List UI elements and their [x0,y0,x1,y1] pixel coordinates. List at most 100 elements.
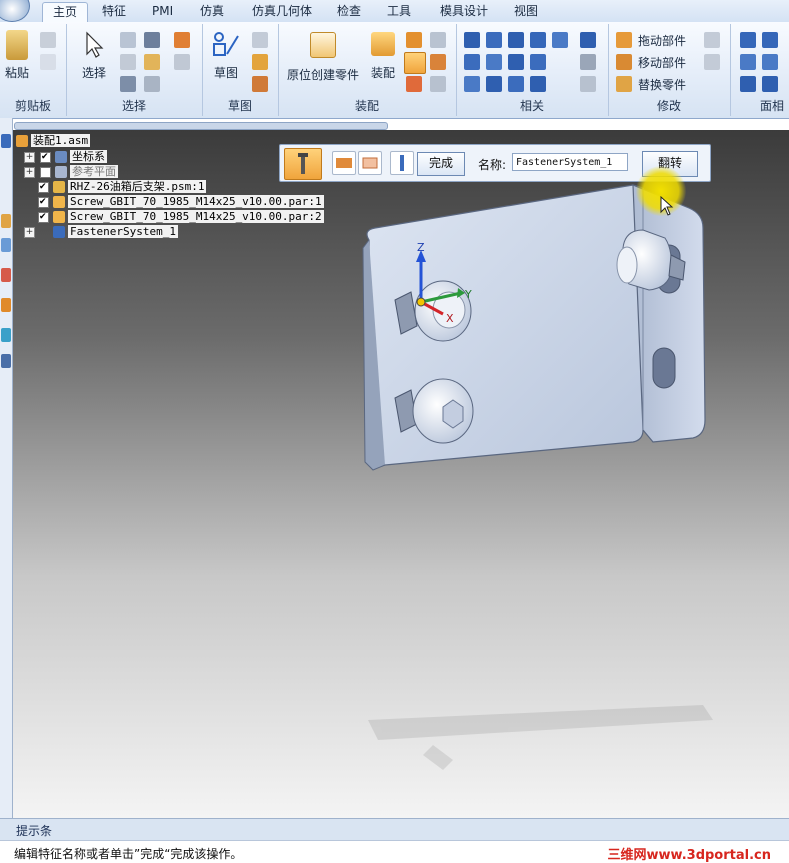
relate-options-icon[interactable] [580,76,596,92]
visibility-checkbox[interactable] [40,166,51,178]
create-part-in-place-icon [310,32,336,58]
pane-splitter[interactable] [14,122,388,130]
tab-pmi[interactable]: PMI [152,2,173,22]
stack-option-icon[interactable] [390,151,414,175]
copy-icon[interactable] [40,54,56,70]
frame-icon[interactable] [430,54,446,70]
select-tool-button[interactable]: 选择 [78,30,110,81]
replace-part-button[interactable]: 替换零件 [638,76,686,93]
simulation-tab-icon[interactable] [1,328,11,342]
visibility-checkbox[interactable] [38,195,49,209]
tab-inspect[interactable]: 检查 [337,2,361,22]
family-tab-icon[interactable] [1,354,11,368]
face-relate-icon-5[interactable] [740,76,756,92]
fastener-system-icon[interactable] [404,52,426,74]
cam-icon[interactable] [508,54,524,70]
tangent-icon[interactable] [486,54,502,70]
tree-item-coordinate-systems[interactable]: + 坐标系 [24,150,107,164]
face-option-icon[interactable] [358,151,382,175]
layers-tab-icon[interactable] [1,238,11,252]
sensors-tab-icon[interactable] [1,268,11,282]
tube-icon[interactable] [406,76,422,92]
tab-simulation[interactable]: 仿真 [200,2,224,22]
angle-icon[interactable] [464,54,480,70]
tree-item-label: Screw_GBIT_70_1985_M14x25_v10.00.par:2 [68,210,324,223]
tab-tools[interactable]: 工具 [387,2,411,22]
cut-icon[interactable] [40,32,56,48]
sketch-project-icon[interactable] [252,54,268,70]
wire-icon[interactable] [430,76,446,92]
tree-item-fastener-system[interactable]: + FastenerSystem_1 [24,225,178,239]
drag-part-button[interactable]: 拖动部件 [638,32,686,49]
sketch-view-icon[interactable] [252,32,268,48]
feature-name-input[interactable]: FastenerSystem_1 [512,153,628,171]
assemble-button[interactable]: 装配 [366,30,400,81]
move-part-button[interactable]: 移动部件 [638,54,686,71]
tree-root-label: 装配1.asm [31,134,91,147]
sketch-button[interactable]: 草图 [210,30,242,81]
pattern-icon[interactable] [430,32,446,48]
insert-component-icon[interactable] [406,32,422,48]
tab-features[interactable]: 特征 [102,2,126,22]
features-tab-icon[interactable] [1,298,11,312]
select-dropdown-icon[interactable] [144,76,160,92]
fastener-step-icon[interactable] [284,148,322,180]
parallel-icon[interactable] [508,76,524,92]
group-select: 选择 选择 [66,24,203,116]
face-relate-icon-6[interactable] [762,76,778,92]
tab-home[interactable]: 主页 [42,2,89,23]
tab-view[interactable]: 视图 [514,2,538,22]
filter-icon[interactable] [120,54,136,70]
visibility-checkbox[interactable] [38,210,49,224]
tab-simulation-geometry[interactable]: 仿真几何体 [252,2,312,22]
transfer-icon[interactable] [704,32,720,48]
select-pointer-icon[interactable] [144,32,160,48]
visibility-checkbox[interactable] [40,150,51,164]
parts-library-tab-icon[interactable] [1,214,11,228]
path-icon[interactable] [486,76,502,92]
visibility-checkbox[interactable] [38,180,49,194]
select-tool-label: 选择 [81,66,106,80]
pathfinder-tab-icon[interactable] [1,134,11,148]
face-relate-icon-1[interactable] [740,32,756,48]
tree-item-screw-2[interactable]: Screw_GBIT_70_1985_M14x25_v10.00.par:2 [38,210,324,224]
expand-toggle[interactable]: + [24,166,35,178]
axial-align-icon[interactable] [508,32,524,48]
center-plane-icon[interactable] [464,76,480,92]
face-relate-icon-2[interactable] [762,32,778,48]
group-sketch: 草图 草图 [202,24,279,116]
select-component-icon[interactable] [174,32,190,48]
done-button[interactable]: 完成 [417,152,465,176]
select-part-icon[interactable] [144,54,160,70]
tree-item-bracket-part[interactable]: RHZ-26油箱后支架.psm:1 [38,180,207,194]
disperse-icon[interactable] [704,54,720,70]
expand-toggle[interactable]: + [24,151,35,163]
prompt-bar-title: 提示条 [16,824,53,838]
drag-part-icon[interactable] [616,32,632,48]
face-relate-icon-4[interactable] [762,54,778,70]
rigid-set-icon[interactable] [530,76,546,92]
mate-icon[interactable] [464,32,480,48]
move-part-icon[interactable] [616,54,632,70]
tree-item-screw-1[interactable]: Screw_GBIT_70_1985_M14x25_v10.00.par:1 [38,195,324,209]
tree-root[interactable]: 装配1.asm [16,134,91,148]
select-face-icon[interactable] [174,54,190,70]
hole-option-icon[interactable] [332,151,356,175]
replace-part-icon[interactable] [616,76,632,92]
planar-align-icon[interactable] [486,32,502,48]
expand-toggle[interactable]: + [24,226,35,238]
application-button[interactable] [0,0,30,22]
tree-item-reference-planes[interactable]: + 参考平面 [24,165,118,179]
insert-relate-icon[interactable] [530,32,546,48]
sketch-edit-icon[interactable] [252,76,268,92]
select-body-icon[interactable] [120,76,136,92]
face-relate-icon-3[interactable] [740,54,756,70]
connect-icon[interactable] [580,32,596,48]
tab-mold-design[interactable]: 模具设计 [440,2,488,22]
gear-relate-icon[interactable] [530,54,546,70]
select-box-icon[interactable] [120,32,136,48]
ground-icon[interactable] [580,54,596,70]
paste-button[interactable]: 粘贴 [2,30,32,81]
create-in-place-button[interactable]: 原位创建零件 [282,30,364,83]
relate-dropdown-icon[interactable] [552,32,568,48]
